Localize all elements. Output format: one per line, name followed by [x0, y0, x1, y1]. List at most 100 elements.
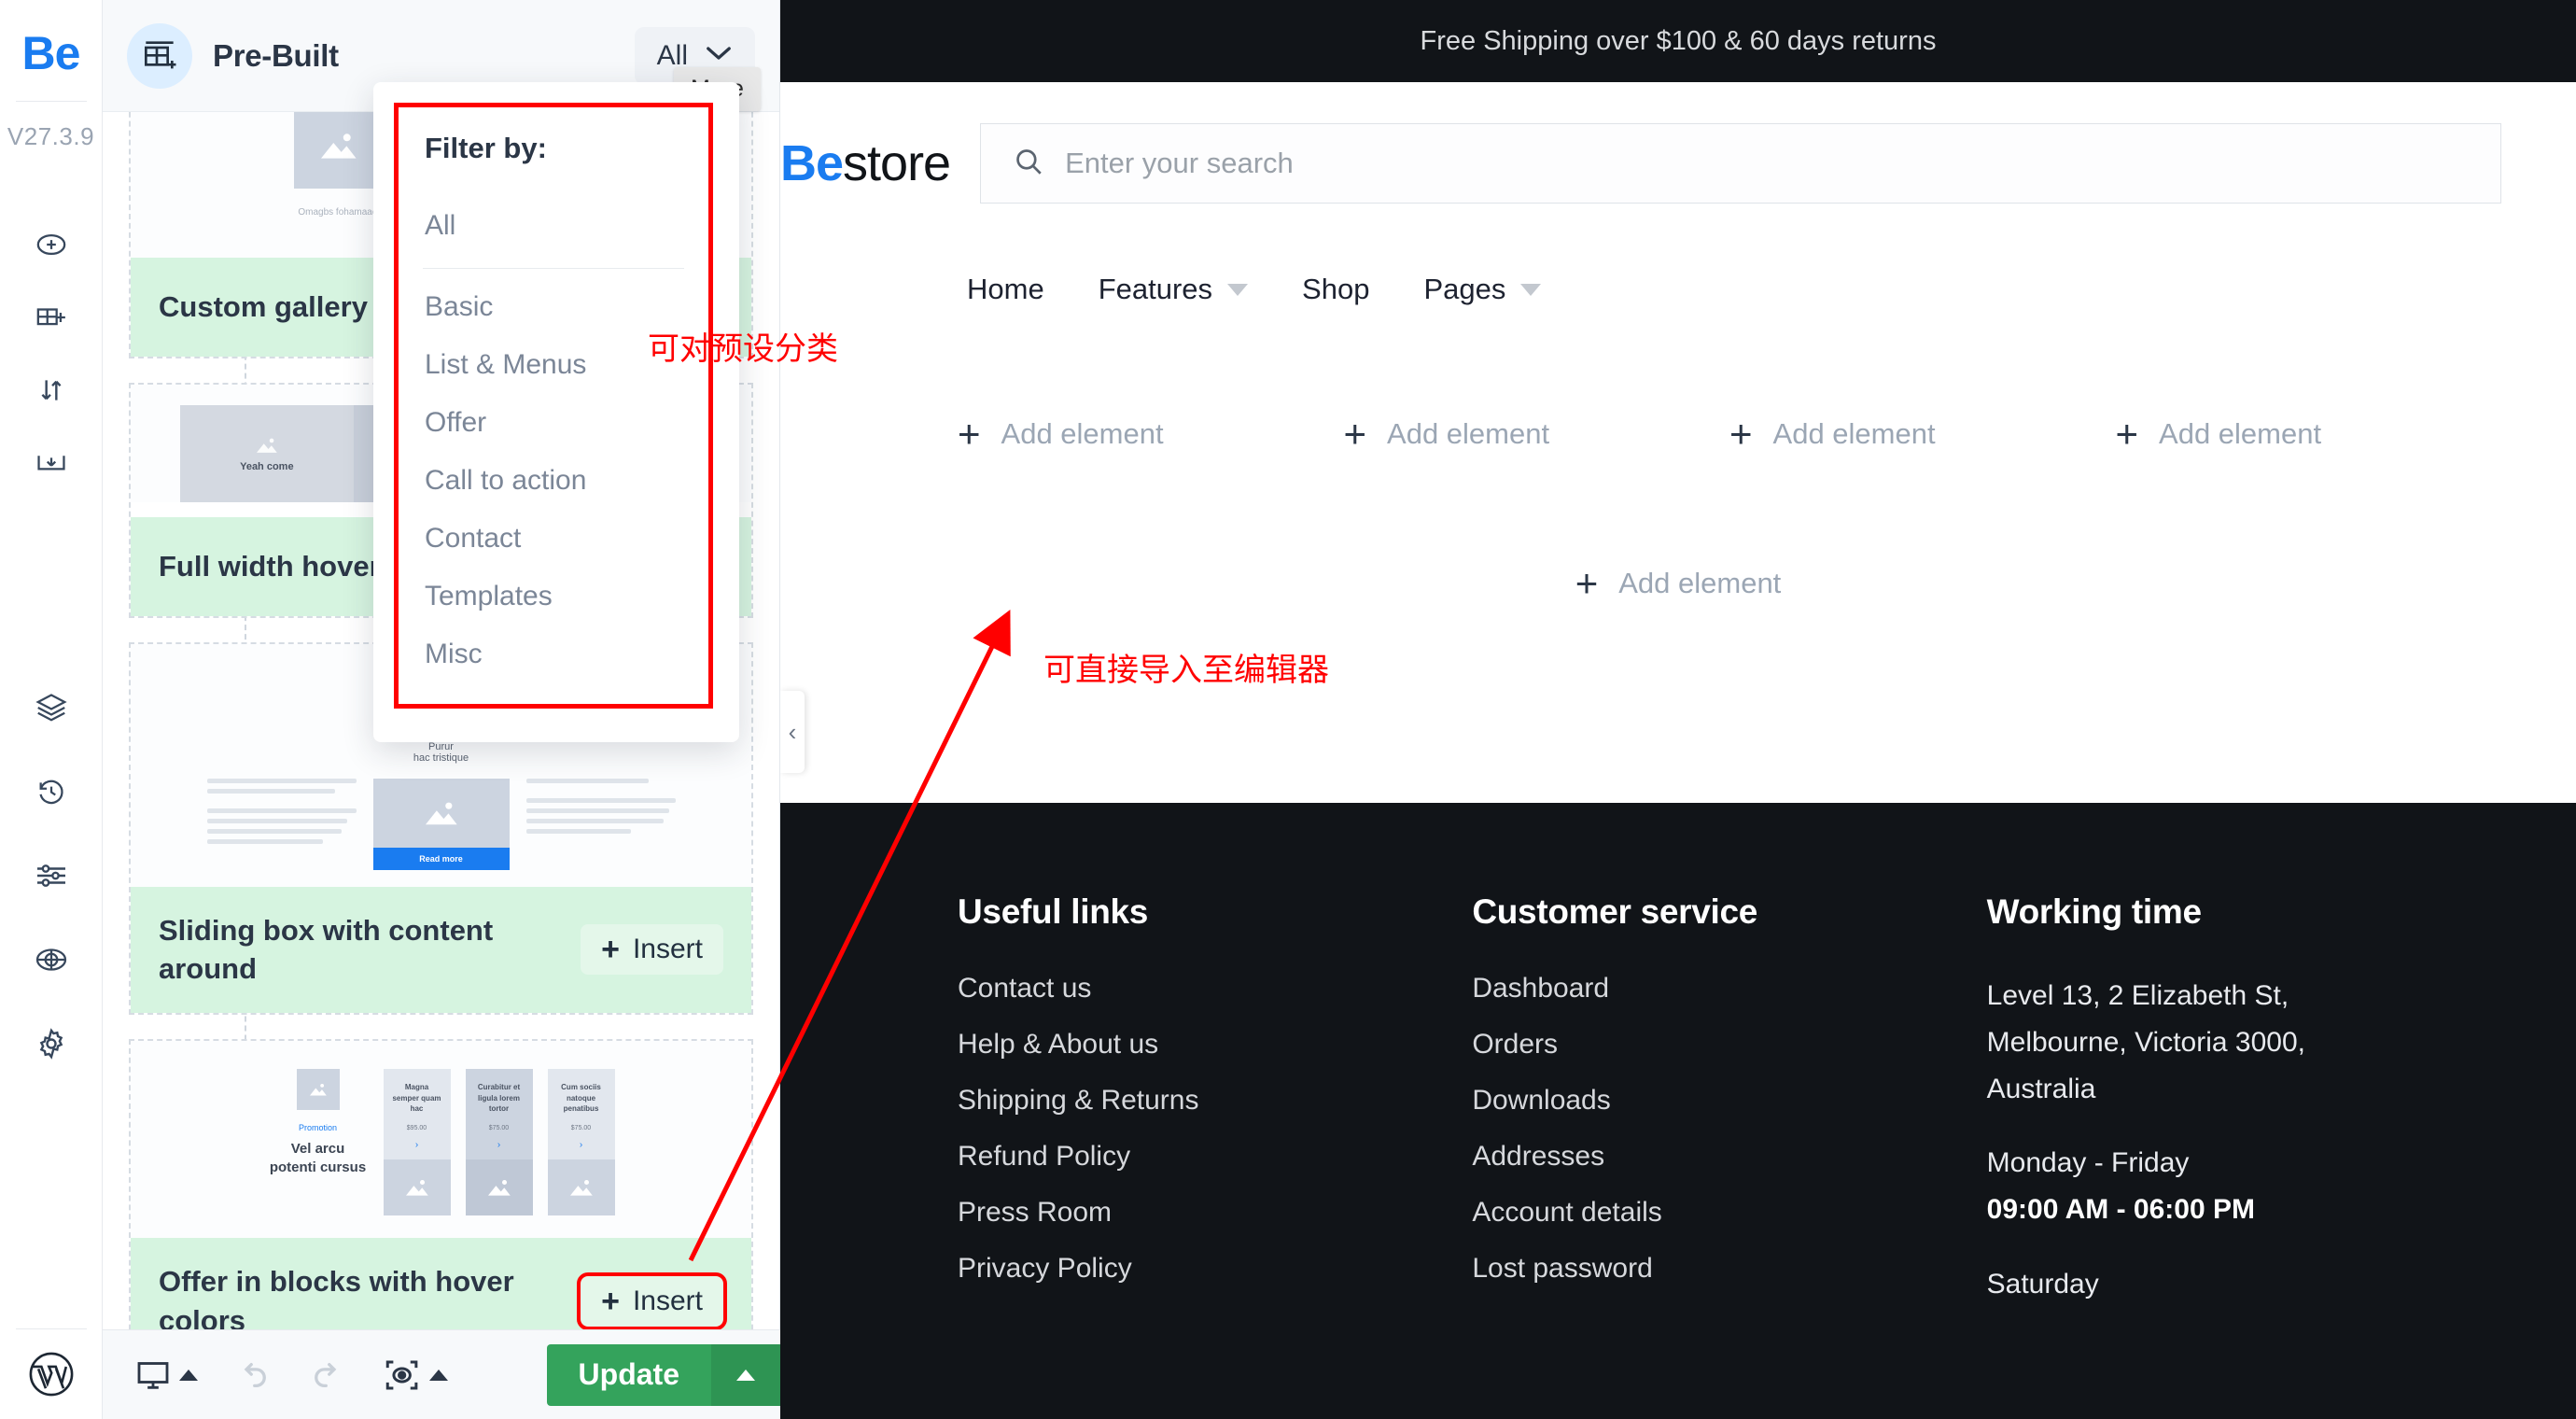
list-item[interactable]: Lost password — [1472, 1253, 1986, 1285]
history-icon[interactable] — [31, 771, 72, 812]
filter-option-basic[interactable]: Basic — [423, 278, 684, 336]
filter-option-templates[interactable]: Templates — [423, 568, 684, 625]
add-element-placeholder[interactable]: + Add element — [1575, 564, 1782, 603]
add-element-placeholder[interactable]: + Add element — [958, 414, 1344, 454]
rail-icon-group-top — [31, 224, 72, 484]
plus-icon: + — [1343, 412, 1367, 456]
footer-link[interactable]: Addresses — [1472, 1141, 1604, 1172]
insert-button[interactable]: + Insert — [581, 924, 723, 976]
add-element-placeholder[interactable]: + Add element — [1729, 414, 2116, 454]
card-thumbnail-eyebrow: Promotion — [298, 1123, 338, 1133]
list-item[interactable]: Orders — [1472, 1029, 1986, 1061]
reorder-icon[interactable] — [31, 370, 72, 411]
footer-link[interactable]: Lost password — [1472, 1253, 1652, 1284]
card-block-title: Magna semper quam hac — [392, 1083, 441, 1114]
be-logo[interactable]: Be — [22, 26, 81, 80]
footer-link[interactable]: Orders — [1472, 1029, 1558, 1060]
footer-link[interactable]: Privacy Policy — [958, 1253, 1132, 1284]
preview-mode-button[interactable] — [383, 1356, 448, 1395]
panel-collapse-handle[interactable]: ‹ — [780, 691, 805, 773]
save-template-icon[interactable] — [31, 443, 72, 484]
footer-address-line-2: Melbourne, Victoria 3000, — [1986, 1026, 2305, 1058]
add-element-label: Add element — [1772, 417, 1936, 450]
add-element-label: Add element — [2159, 417, 2322, 450]
footer-link[interactable]: Downloads — [1472, 1085, 1610, 1116]
add-section-icon[interactable] — [31, 297, 72, 338]
add-element-placeholder[interactable]: + Add element — [1344, 414, 1730, 454]
card-title: Sliding box with content around — [159, 913, 494, 986]
add-element-label: Add element — [1618, 567, 1782, 599]
list-item[interactable]: Refund Policy — [958, 1141, 1472, 1173]
nav-item-shop[interactable]: Shop — [1302, 273, 1369, 306]
footer-column-title: Working time — [1986, 892, 2202, 931]
footer-link[interactable]: Dashboard — [1472, 973, 1609, 1004]
card-title: Offer in blocks with hover colors — [159, 1264, 514, 1329]
globe-icon[interactable] — [31, 939, 72, 980]
device-preview-button[interactable] — [134, 1356, 198, 1394]
add-element-row-secondary: + Add element — [780, 564, 2576, 603]
filter-dropdown-panel[interactable]: Filter by: All Basic List & Menus Offer … — [373, 82, 739, 742]
promo-text: Free Shipping over $100 & 60 days return… — [1420, 25, 1937, 56]
filter-option-all[interactable]: All — [423, 197, 684, 255]
redo-button[interactable] — [308, 1356, 347, 1395]
footer-link[interactable]: Shipping & Returns — [958, 1085, 1199, 1116]
update-options-caret[interactable] — [711, 1343, 780, 1406]
list-item[interactable]: Shipping & Returns — [958, 1085, 1472, 1117]
filter-option-contact[interactable]: Contact — [423, 510, 684, 568]
footer-link[interactable]: Account details — [1472, 1197, 1661, 1228]
site-logo[interactable]: Bestore — [780, 134, 951, 192]
add-element-icon[interactable] — [31, 224, 72, 265]
filter-option-call-to-action[interactable]: Call to action — [423, 452, 684, 510]
nav-item-pages[interactable]: Pages — [1423, 273, 1542, 306]
footer-address-line-3: Australia — [1986, 1073, 2096, 1104]
settings-sliders-icon[interactable] — [31, 855, 72, 896]
card-thumbnail: Promotion Vel arcu potenti cursus Magna … — [131, 1041, 751, 1238]
list-item[interactable]: Privacy Policy — [958, 1253, 1472, 1285]
site-logo-be: Be — [780, 135, 844, 191]
footer-link[interactable]: Press Room — [958, 1197, 1112, 1228]
list-item[interactable]: Press Room — [958, 1197, 1472, 1229]
list-item[interactable]: Account details — [1472, 1197, 1986, 1229]
add-element-placeholder[interactable]: + Add element — [2116, 414, 2502, 454]
footer-link[interactable]: Refund Policy — [958, 1141, 1130, 1172]
plus-icon: + — [958, 412, 981, 456]
add-element-label: Add element — [1387, 417, 1550, 450]
undo-button[interactable] — [233, 1356, 273, 1395]
wordpress-icon[interactable] — [0, 1329, 103, 1419]
caret-up-icon — [736, 1369, 755, 1381]
search-icon — [1013, 146, 1044, 182]
filter-option-offer[interactable]: Offer — [423, 394, 684, 452]
insert-button[interactable]: + Insert — [577, 1271, 727, 1329]
page-title: Pre-Built — [213, 37, 339, 73]
list-item[interactable]: Dashboard — [1472, 973, 1986, 1005]
list-item[interactable]: Downloads — [1472, 1085, 1986, 1117]
gear-icon[interactable] — [31, 1023, 72, 1064]
footer-saturday-label: Saturday — [1986, 1268, 2099, 1300]
footer-column-customer-service: Customer service Dashboard Orders Downlo… — [1472, 892, 1986, 1309]
nav-label: Home — [967, 273, 1044, 305]
prebuilt-card[interactable]: Promotion Vel arcu potenti cursus Magna … — [129, 1039, 753, 1329]
nav-item-home[interactable]: Home — [967, 273, 1044, 306]
filter-dropdown-inner: Filter by: All Basic List & Menus Offer … — [394, 103, 713, 709]
layers-icon[interactable] — [31, 687, 72, 728]
list-item[interactable]: Help & About us — [958, 1029, 1472, 1061]
card-block-price: $75.00 — [488, 1124, 510, 1131]
add-element-row: + Add element + Add element + Add elemen… — [780, 414, 2576, 454]
search-input[interactable]: Enter your search — [980, 123, 2501, 204]
footer-weekday-label: Monday - Friday — [1986, 1147, 2190, 1179]
filter-option-list-menus[interactable]: List & Menus — [423, 336, 684, 394]
version-label: V27.3.9 — [7, 122, 95, 150]
filter-option-misc[interactable]: Misc — [423, 625, 684, 683]
rail-icon-group-bottom — [31, 687, 72, 1064]
update-button[interactable]: Update — [546, 1343, 780, 1406]
card-thumbnail-cta: Read more — [372, 847, 510, 870]
list-item[interactable]: Addresses — [1472, 1141, 1986, 1173]
nav-item-features[interactable]: Features — [1099, 273, 1249, 306]
chevron-down-icon — [1520, 283, 1542, 296]
list-item[interactable]: Contact us — [958, 973, 1472, 1005]
rail-divider — [15, 101, 87, 102]
footer-link[interactable]: Contact us — [958, 973, 1091, 1004]
footer-spacer — [1987, 1112, 2501, 1140]
left-icon-rail: Be V27.3.9 — [0, 0, 103, 1419]
footer-link[interactable]: Help & About us — [958, 1029, 1158, 1060]
